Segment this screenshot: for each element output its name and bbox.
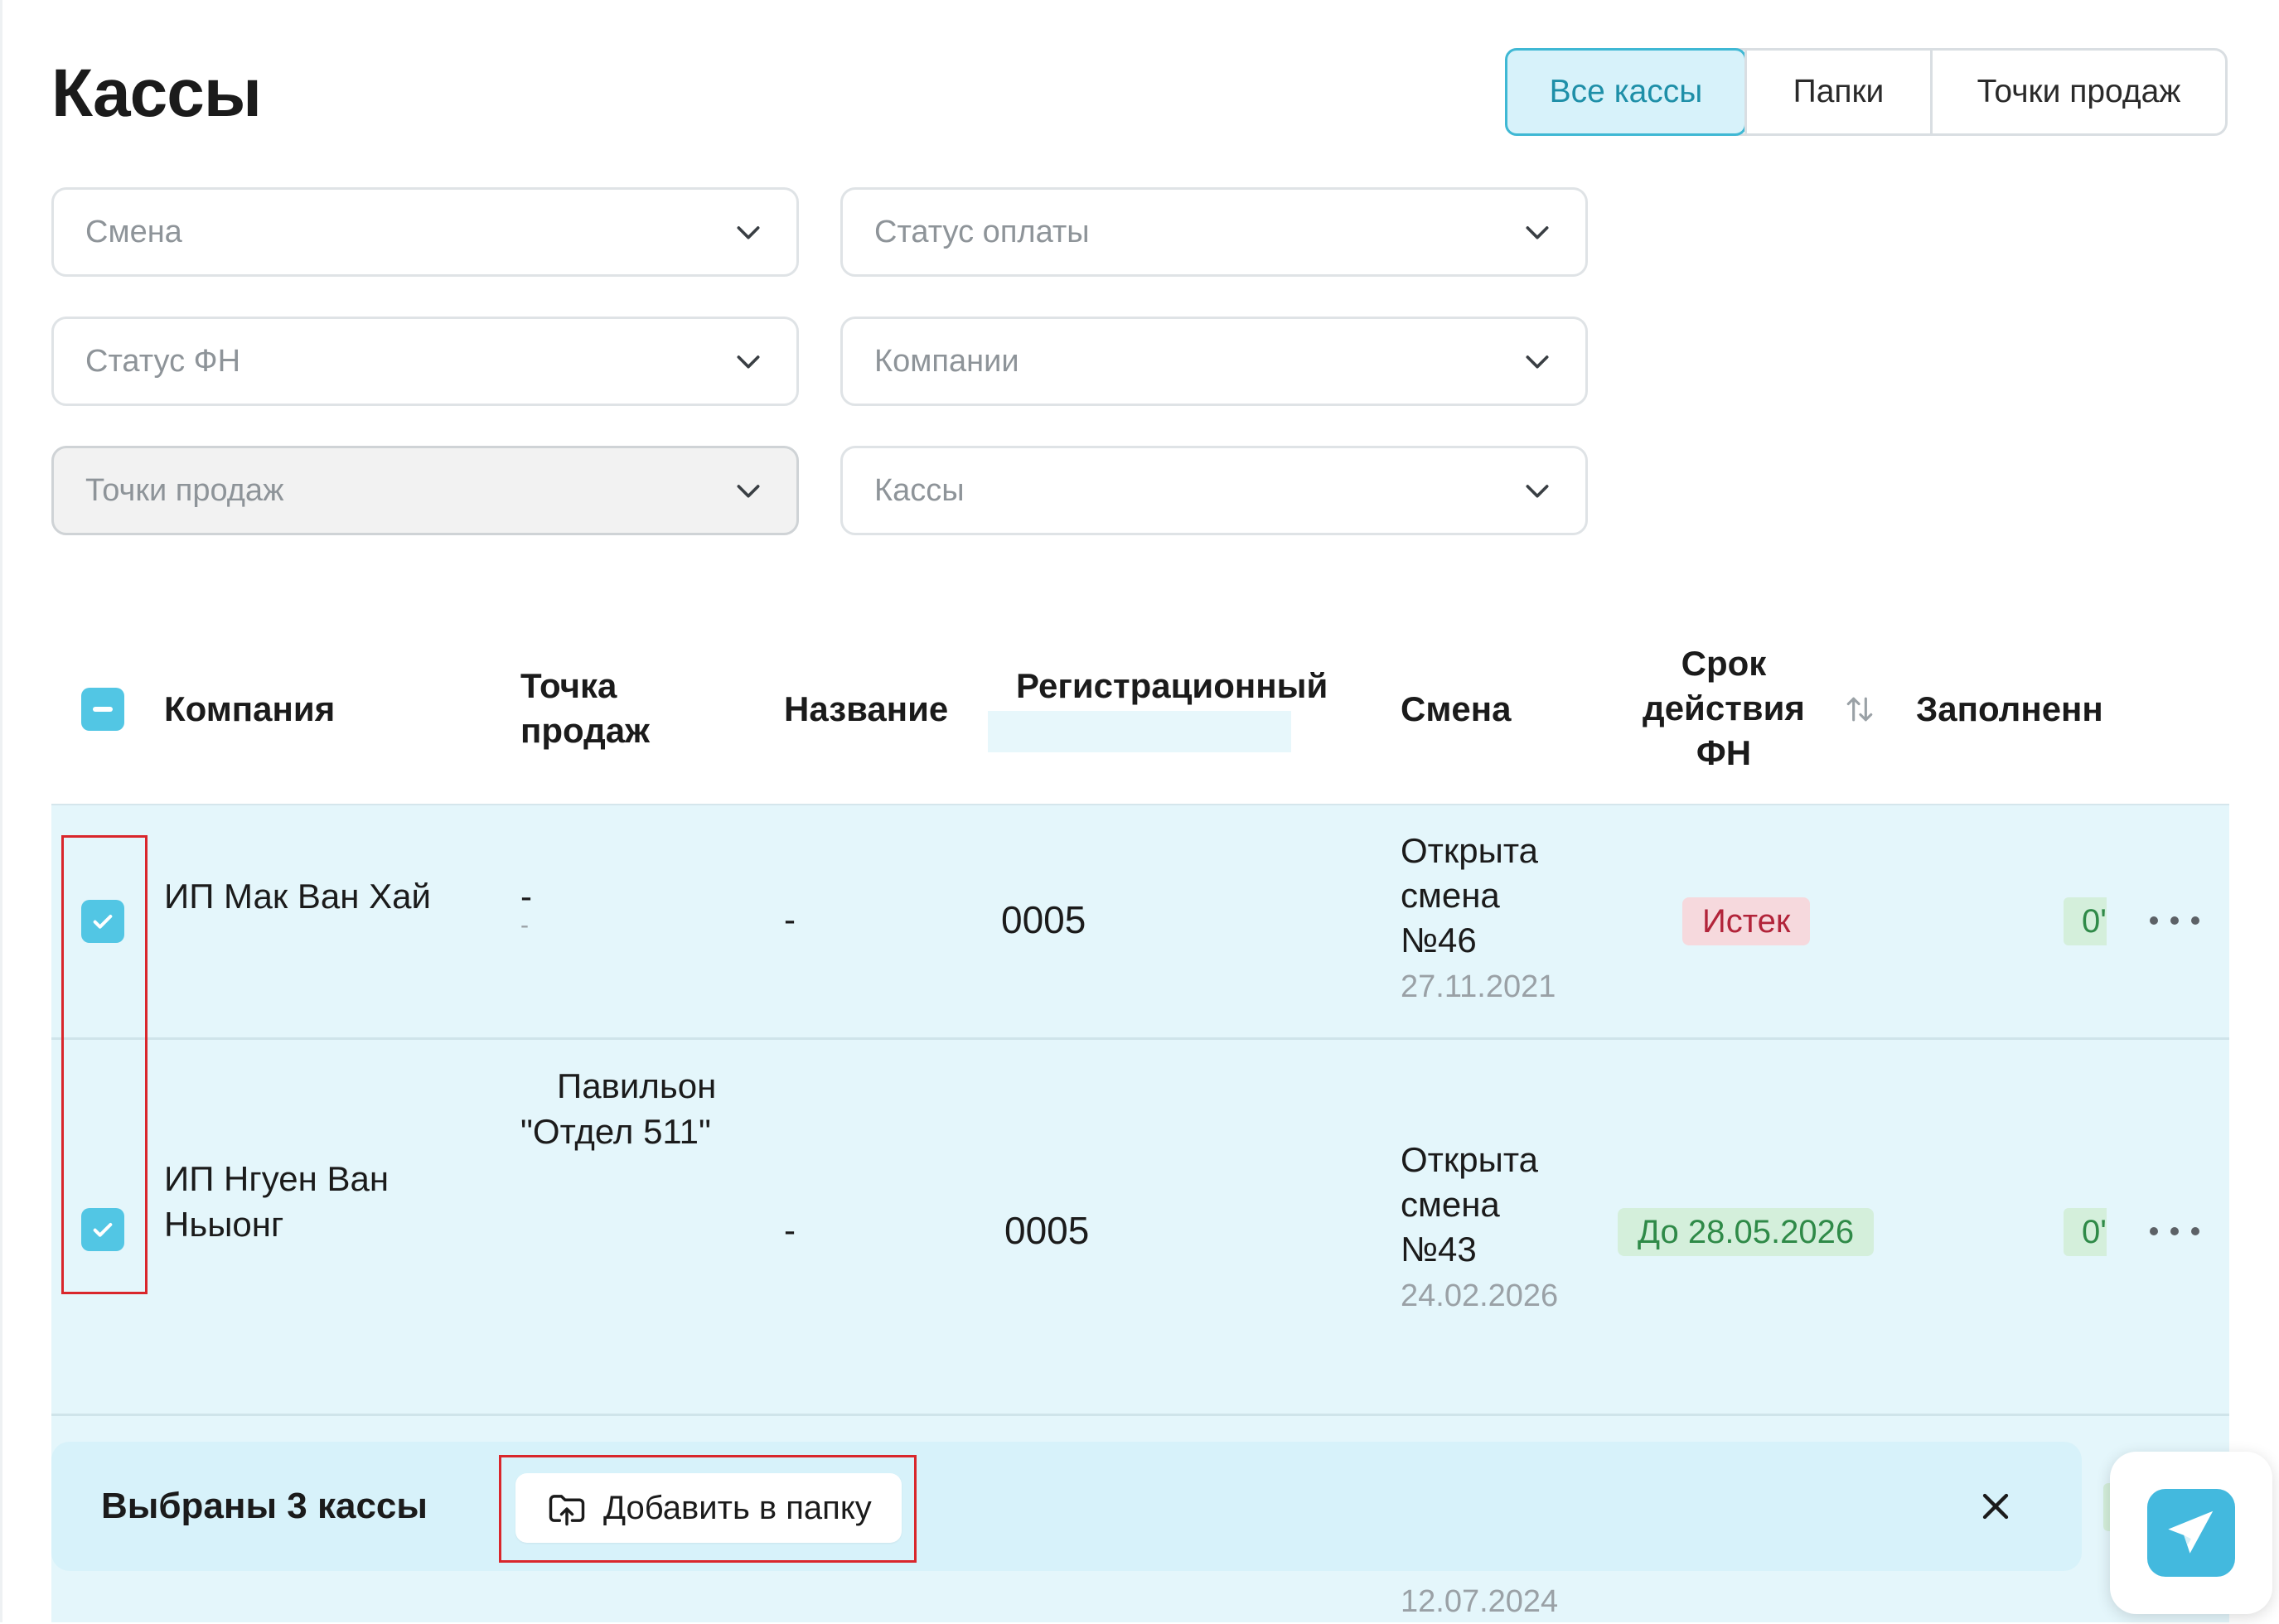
row-checkbox[interactable] bbox=[81, 900, 124, 943]
chevron-down-icon bbox=[737, 355, 760, 369]
filter-registers[interactable]: Кассы bbox=[840, 446, 1588, 535]
add-to-folder-label: Добавить в папку bbox=[603, 1489, 872, 1526]
select-all-checkbox[interactable] bbox=[81, 688, 124, 731]
tab-folders[interactable]: Папки bbox=[1744, 51, 1930, 133]
cell-shift-line2: смена bbox=[1401, 1185, 1500, 1224]
filter-fn-status[interactable]: Статус ФН bbox=[51, 317, 799, 406]
column-company[interactable]: Компания bbox=[164, 687, 335, 732]
cell-filled: 0' bbox=[2064, 897, 2107, 945]
table-row[interactable]: ИП Нгуен Ван Ньыонг Павильон "Отдел 511"… bbox=[51, 1040, 2229, 1416]
column-sale-point-line1[interactable]: Точка bbox=[520, 664, 617, 708]
cell-shift-date: 27.11.2021 bbox=[1401, 969, 1556, 1004]
chevron-down-icon bbox=[737, 485, 760, 498]
cell-shift-line3: №43 bbox=[1401, 1230, 1477, 1269]
cell-shift-line2: смена bbox=[1401, 876, 1500, 915]
filter-sale-points-placeholder: Точки продаж bbox=[85, 472, 284, 508]
status-badge-valid: До 28.05.2026 bbox=[1618, 1208, 1875, 1256]
cell-name: - bbox=[784, 1211, 796, 1249]
column-fn-line2[interactable]: действия bbox=[1639, 686, 1808, 731]
telegram-icon bbox=[2147, 1489, 2235, 1577]
column-fn-line3[interactable]: ФН bbox=[1639, 731, 1808, 776]
table-row[interactable]: ИП Мак Ван Хай - - - 0005 Открыта смена … bbox=[51, 805, 2229, 1040]
folder-upload-icon bbox=[549, 1495, 585, 1526]
cell-company-line2: Ньыонг bbox=[164, 1205, 284, 1244]
more-dots-icon[interactable] bbox=[2150, 908, 2199, 933]
column-filled[interactable]: Заполненн bbox=[1916, 687, 2103, 732]
filter-payment-status-placeholder: Статус оплаты bbox=[874, 214, 1090, 249]
cell-registration: 0005 bbox=[1001, 898, 1086, 941]
cell-shift-line1: Открыта bbox=[1401, 1140, 1538, 1179]
tab-sale-points[interactable]: Точки продаж bbox=[1930, 51, 2225, 133]
status-badge-expired: Истек bbox=[1682, 897, 1811, 945]
close-icon[interactable] bbox=[1974, 1485, 2017, 1528]
chevron-down-icon bbox=[1526, 355, 1549, 369]
page-title: Кассы bbox=[51, 56, 262, 131]
cell-shift-date: 24.02.2026 bbox=[1401, 1278, 1559, 1313]
table-header: Компания Точка продаж Название Регистрац… bbox=[51, 638, 2229, 806]
sort-arrows-icon[interactable] bbox=[1841, 691, 1878, 727]
cell-sale-point-line1: Павильон bbox=[557, 1066, 717, 1105]
left-edge-divider bbox=[0, 0, 2, 1622]
column-fn-line1[interactable]: Срок bbox=[1639, 641, 1808, 686]
selected-count-label: Выбраны 3 кассы bbox=[101, 1486, 428, 1526]
filter-companies[interactable]: Компании bbox=[840, 317, 1588, 406]
cell-sale-point-line2: "Отдел 511" bbox=[520, 1112, 711, 1151]
more-dots-icon[interactable] bbox=[2150, 1219, 2199, 1244]
column-shift[interactable]: Смена bbox=[1401, 687, 1512, 732]
view-tabs: Все кассы Папки Точки продаж bbox=[1505, 48, 2228, 136]
filter-payment-status[interactable]: Статус оплаты bbox=[840, 187, 1588, 277]
column-sale-point-line2[interactable]: продаж bbox=[520, 708, 650, 753]
cell-shift-line3: №46 bbox=[1401, 921, 1477, 959]
paper-plane-icon bbox=[2168, 1510, 2214, 1554]
add-to-folder-button[interactable]: Добавить в папку bbox=[515, 1473, 902, 1543]
check-icon bbox=[93, 915, 113, 929]
chevron-down-icon bbox=[1526, 226, 1549, 239]
cell-company-line1: ИП Нгуен Ван bbox=[164, 1159, 390, 1198]
column-name[interactable]: Название bbox=[784, 687, 948, 732]
filter-shift[interactable]: Смена bbox=[51, 187, 799, 277]
cell-shift-line1: Открыта bbox=[1401, 831, 1538, 870]
header-redacted-area bbox=[988, 711, 1291, 752]
cell-company: ИП Мак Ван Хай bbox=[164, 877, 431, 916]
chevron-down-icon bbox=[1526, 485, 1549, 498]
telegram-button[interactable] bbox=[2110, 1452, 2272, 1614]
chevron-down-icon bbox=[737, 226, 760, 239]
filter-shift-placeholder: Смена bbox=[85, 214, 182, 249]
filter-sale-points[interactable]: Точки продаж bbox=[51, 446, 799, 535]
column-registration[interactable]: Регистрационный bbox=[1016, 664, 1328, 708]
cell-name: - bbox=[784, 900, 796, 939]
filter-companies-placeholder: Компании bbox=[874, 343, 1019, 379]
peek-shift-date: 12.07.2024 bbox=[1401, 1584, 1559, 1619]
cell-sale-point-sub: - bbox=[520, 911, 529, 939]
filter-fn-status-placeholder: Статус ФН bbox=[85, 343, 241, 379]
tab-all-registers[interactable]: Все кассы bbox=[1505, 48, 1747, 136]
cell-filled: 0' bbox=[2064, 1208, 2107, 1256]
minus-icon bbox=[93, 707, 113, 712]
check-icon bbox=[93, 1223, 113, 1237]
cell-registration: 0005 bbox=[1004, 1209, 1090, 1252]
filter-registers-placeholder: Кассы bbox=[874, 472, 965, 508]
selection-action-bar: Выбраны 3 кассы Добавить в папку bbox=[51, 1442, 2082, 1571]
row-checkbox[interactable] bbox=[81, 1208, 124, 1251]
